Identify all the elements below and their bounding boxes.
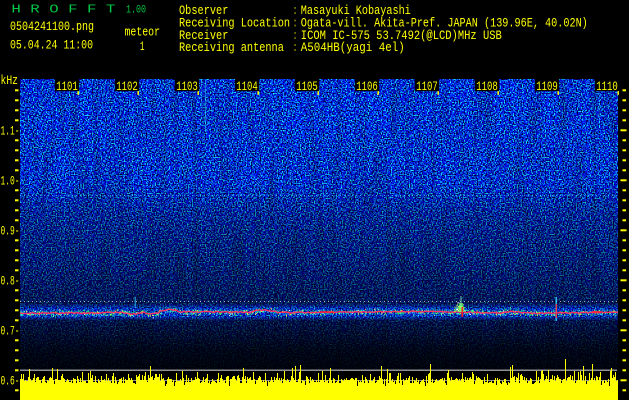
svg-text:0.8-: 0.8-: [1, 274, 20, 289]
svg-text:1.1-: 1.1-: [1, 124, 20, 139]
svg-text:1.00: 1.00: [126, 5, 146, 17]
svg-text:0.7-: 0.7-: [1, 324, 20, 339]
svg-text:1109: 1109: [536, 79, 558, 94]
svg-text:1107: 1107: [416, 79, 438, 94]
svg-text:05.04.24 11:00: 05.04.24 11:00: [10, 38, 93, 53]
svg-text:H R O F F T: H R O F F T: [11, 3, 115, 17]
svg-text:1110: 1110: [596, 79, 618, 94]
svg-text:1102: 1102: [116, 79, 138, 94]
svg-text:Receiving antenna: Receiving antenna: [179, 40, 284, 55]
svg-text:1.0-: 1.0-: [1, 174, 20, 189]
svg-text:1104: 1104: [236, 79, 258, 94]
svg-text:kHz: kHz: [1, 73, 19, 88]
svg-text:1108: 1108: [476, 79, 498, 94]
svg-text:1105: 1105: [296, 79, 318, 94]
svg-text:0.6-: 0.6-: [1, 374, 20, 389]
svg-text:0504241100.png: 0504241100.png: [10, 19, 94, 34]
svg-text:1103: 1103: [176, 79, 198, 94]
svg-text:1101: 1101: [56, 79, 78, 94]
svg-text:meteor: meteor: [125, 25, 161, 40]
svg-text:1106: 1106: [356, 79, 378, 94]
svg-text:0.9-: 0.9-: [1, 224, 20, 239]
svg-text:A504HB(yagi 4el): A504HB(yagi 4el): [301, 40, 405, 55]
svg-text::: :: [293, 40, 297, 55]
svg-text:1: 1: [140, 39, 145, 54]
